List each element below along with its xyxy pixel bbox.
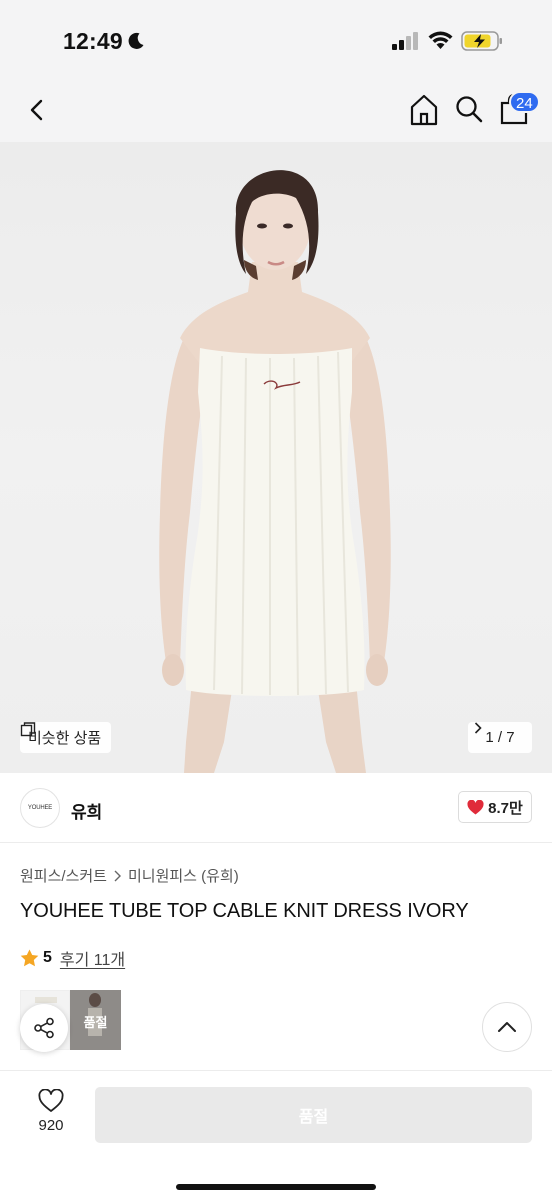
- category-breadcrumb: 원피스/스커트 미니원피스 (유희): [20, 865, 239, 886]
- brand-name[interactable]: 유희: [71, 798, 102, 823]
- back-icon[interactable]: [22, 94, 54, 126]
- product-title: YOUHEE TUBE TOP CABLE KNIT DRESS IVORY: [20, 900, 469, 922]
- brand-logo[interactable]: YOUHEE: [20, 788, 60, 828]
- battery-charging-icon: [461, 31, 502, 51]
- share-button[interactable]: [20, 1004, 68, 1052]
- top-navigation: 24: [0, 80, 552, 142]
- image-pager-button[interactable]: 1 / 7: [468, 722, 532, 753]
- chevron-up-icon: [498, 1022, 516, 1032]
- brand-like-count: 8.7만: [488, 799, 523, 817]
- status-time: 12:49: [63, 28, 123, 54]
- similar-products-label: 비슷한 상품: [28, 730, 102, 747]
- soldout-overlay-label: 품절: [83, 1015, 108, 1030]
- heart-filled-icon: [467, 799, 484, 814]
- breadcrumb-item-category[interactable]: 원피스/스커트: [20, 865, 107, 886]
- brand-like-button[interactable]: 8.7만: [458, 791, 532, 823]
- wishlist-button[interactable]: 920: [26, 1089, 76, 1134]
- wifi-icon: [428, 31, 453, 49]
- breadcrumb-item-subcategory[interactable]: 미니원피스 (유희): [128, 865, 239, 886]
- product-image-gallery[interactable]: 비슷한 상품 1 / 7: [0, 142, 552, 773]
- similar-items-icon: [20, 722, 36, 737]
- search-icon[interactable]: [453, 93, 485, 125]
- home-indicator: [176, 1184, 376, 1190]
- rating-score: 5: [43, 949, 52, 966]
- bottom-action-bar: 920 품절: [0, 1070, 552, 1200]
- chevron-right-icon: [114, 870, 121, 881]
- home-icon[interactable]: [408, 93, 440, 127]
- soldout-button[interactable]: 품절: [95, 1087, 532, 1143]
- scroll-to-top-button[interactable]: [482, 1002, 532, 1052]
- chevron-right-icon: [474, 722, 482, 734]
- product-rating: 5 후기 11개: [20, 946, 125, 970]
- share-icon: [34, 1017, 54, 1039]
- wishlist-count: 920: [38, 1117, 64, 1134]
- cart-count-badge: 24: [509, 91, 540, 113]
- signal-icon: [392, 32, 418, 50]
- product-photo: [159, 170, 391, 773]
- brand-logo-text: YOUHEE: [27, 805, 53, 811]
- star-icon: [20, 949, 39, 967]
- image-pager-label: 1 / 7: [485, 729, 515, 746]
- moon-icon: [128, 32, 144, 49]
- option-thumbnail-soldout[interactable]: 품절: [70, 990, 121, 1050]
- brand-row[interactable]: YOUHEE 유희 8.7만: [0, 773, 552, 843]
- heart-outline-icon: [38, 1089, 64, 1112]
- product-detail-page: 12:49 24 비슷한 상품 1 / 7 YOUHEE 유희 8.7만 원피스…: [0, 0, 552, 1200]
- reviews-link[interactable]: 후기 11개: [60, 946, 125, 970]
- similar-products-button[interactable]: 비슷한 상품: [20, 722, 112, 753]
- status-bar: 12:49: [0, 0, 552, 80]
